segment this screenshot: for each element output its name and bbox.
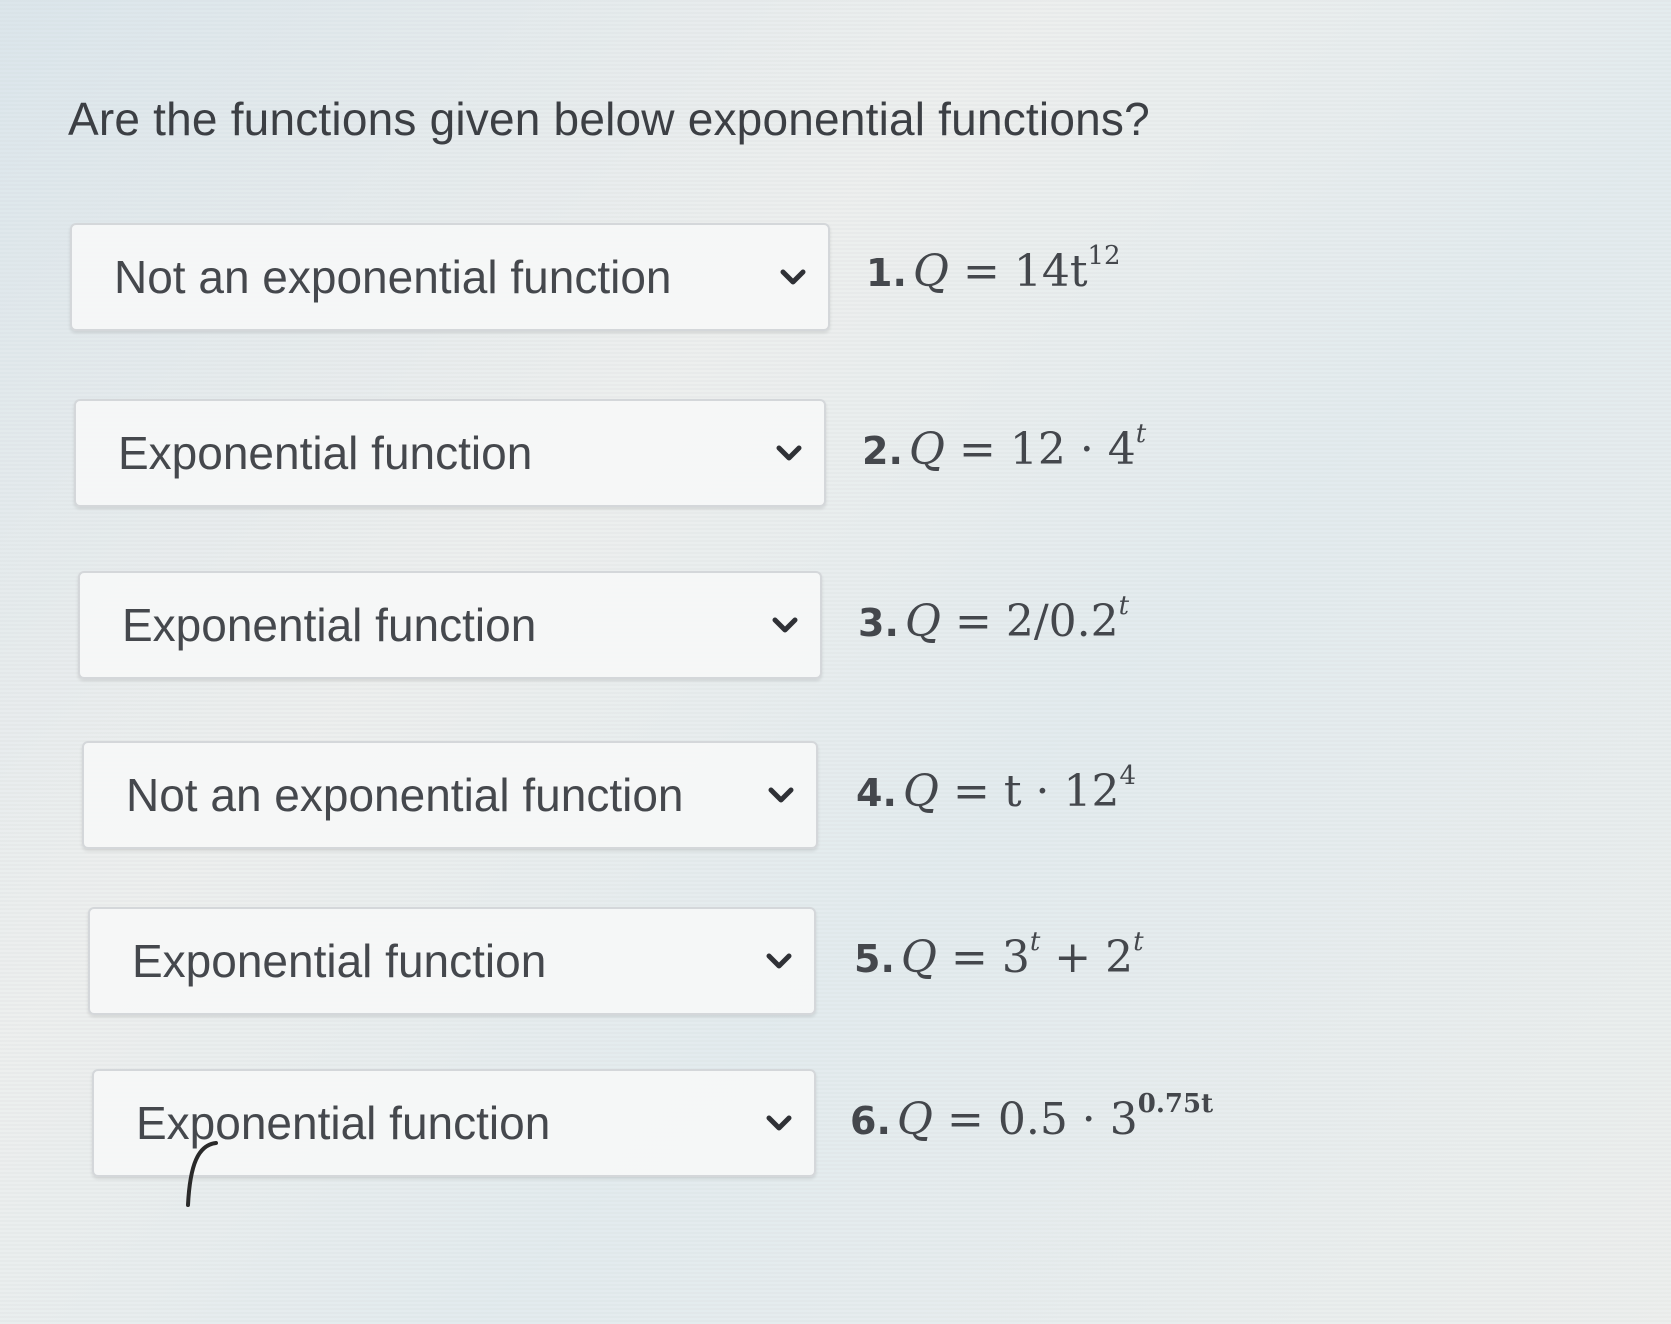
equation-exponent: t [1118, 591, 1130, 621]
answer-dropdown-5[interactable]: Exponential function [88, 907, 816, 1015]
item-number: 3. [858, 601, 899, 645]
item-number: 5. [854, 937, 895, 981]
equation-lhs: Q [900, 932, 937, 983]
equation-lhs: Q [912, 246, 949, 297]
chevron-down-icon [772, 617, 798, 633]
equation-lhs: Q [904, 596, 941, 647]
equation-exponent: t [1029, 927, 1041, 957]
question-row-3: Exponential function [78, 570, 822, 680]
equation-2: 2. Q = 12 · 4t [862, 421, 1146, 475]
equation-5: 5. Q = 3t + 2t [854, 929, 1144, 983]
equation-rhs: 14t [1013, 246, 1088, 297]
equation-lhs: Q [908, 424, 945, 475]
question-text: Are the functions given below exponentia… [68, 93, 1150, 145]
answer-dropdown-2[interactable]: Exponential function [74, 399, 826, 507]
item-number: 2. [862, 429, 903, 473]
equation-exponent: 0.75t [1137, 1089, 1214, 1119]
page: Are the functions given below exponentia… [0, 0, 1671, 1324]
question-row-2: Exponential function [74, 398, 826, 508]
item-number: 1. [866, 251, 907, 295]
answer-dropdown-3[interactable]: Exponential function [78, 571, 822, 679]
dropdown-selected-value: Exponential function [118, 427, 533, 479]
dropdown-selected-value: Exponential function [132, 935, 547, 987]
equation-rhs: 12 · 4 [1009, 424, 1136, 475]
equation-equals: = [962, 246, 1000, 297]
equation-equals: = [954, 596, 992, 647]
equation-exponent: 4 [1119, 761, 1137, 791]
equation-equals: = [952, 766, 990, 817]
equation-rhs-tail: + 2 [1040, 932, 1134, 983]
pen-mark [186, 1141, 218, 1207]
equation-rhs: 2/0.2 [1005, 596, 1119, 647]
equation-6: 6. Q = 0.5 · 30.75t [850, 1091, 1213, 1145]
dropdown-selected-value: Not an exponential function [114, 251, 672, 303]
equation-rhs: 0.5 · 3 [997, 1094, 1138, 1145]
dropdown-selected-value: Exponential function [122, 599, 537, 651]
answer-dropdown-1[interactable]: Not an exponential function [70, 223, 830, 331]
equation-3: 3. Q = 2/0.2t [858, 593, 1129, 647]
chevron-down-icon [776, 445, 802, 461]
item-number: 6. [850, 1099, 891, 1143]
equation-lhs: Q [896, 1094, 933, 1145]
equation-equals: = [950, 932, 988, 983]
equation-exponent: 12 [1087, 241, 1121, 271]
chevron-down-icon [780, 269, 806, 285]
equation-lhs: Q [902, 766, 939, 817]
question-row-5: Exponential function [88, 906, 816, 1016]
answer-dropdown-4[interactable]: Not an exponential function [82, 741, 818, 849]
equation-tail-exponent: t [1133, 927, 1144, 957]
equation-equals: = [946, 1094, 984, 1145]
chevron-down-icon [768, 787, 794, 803]
equation-1: 1. Q = 14t12 [866, 243, 1121, 297]
question-row-1: Not an exponential function [70, 222, 830, 332]
question-row-4: Not an exponential function [82, 740, 818, 850]
equation-4: 4. Q = t · 124 [856, 763, 1136, 817]
equation-exponent: t [1135, 419, 1147, 449]
equation-rhs: t · 12 [1003, 766, 1120, 817]
equation-rhs: 3 [1001, 932, 1030, 983]
dropdown-selected-value: Not an exponential function [126, 769, 684, 821]
chevron-down-icon [766, 1115, 792, 1131]
item-number: 4. [856, 771, 897, 815]
chevron-down-icon [766, 953, 792, 969]
equation-equals: = [958, 424, 996, 475]
